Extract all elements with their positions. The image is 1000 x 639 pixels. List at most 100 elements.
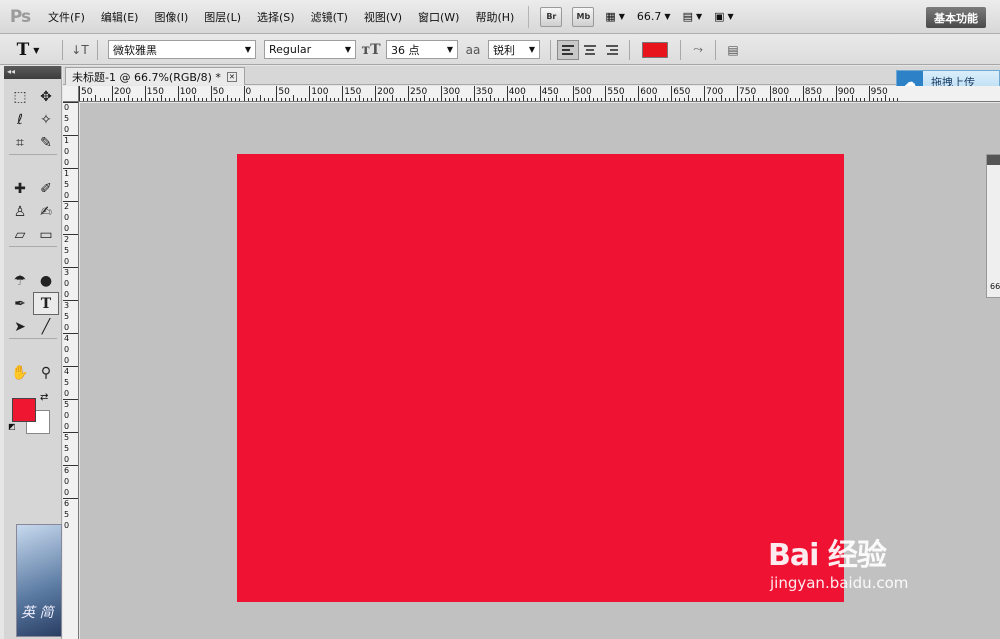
ruler-minor-tick: [765, 98, 767, 101]
ruler-minor-tick: [120, 98, 122, 101]
eyedropper-tool[interactable]: ✎: [33, 131, 59, 154]
document-canvas[interactable]: [237, 154, 844, 602]
menu-file[interactable]: 文件(F): [40, 9, 93, 25]
arrange-documents-menu[interactable]: ▤ ▼: [683, 10, 703, 23]
view-extras-menu[interactable]: ▦ ▼: [605, 10, 625, 23]
magic-wand-tool[interactable]: ✧: [33, 108, 59, 131]
zoom-level-menu[interactable]: 66.7 ▼: [637, 10, 671, 23]
document-tab[interactable]: 未标题-1 @ 66.7%(RGB/8) * ✕: [65, 67, 245, 85]
antialias-select[interactable]: 锐利 ▼: [488, 40, 540, 59]
ruler-minor-tick: [107, 98, 109, 101]
ruler-tick: [835, 86, 837, 101]
workspace-switcher-button[interactable]: 基本功能: [926, 7, 986, 28]
app-logo: Ps: [9, 6, 31, 27]
menu-filter[interactable]: 滤镜(T): [303, 9, 356, 25]
font-family-select[interactable]: 微软雅黑 ▼: [108, 40, 256, 59]
photoshop-window: Ps 文件(F) 编辑(E) 图像(I) 图层(L) 选择(S) 滤镜(T) 视…: [0, 0, 1000, 639]
ruler-origin[interactable]: [63, 86, 79, 102]
toggle-text-orientation-icon[interactable]: ↓T: [69, 40, 91, 60]
ruler-minor-tick: [556, 95, 557, 101]
minibridge-button[interactable]: Mb: [572, 6, 595, 27]
tools-collapse-button[interactable]: ◂◂: [4, 66, 61, 79]
ruler-tick-label: 0: [64, 521, 70, 530]
pen-tool[interactable]: ✒: [7, 292, 33, 315]
ruler-minor-tick: [790, 98, 792, 101]
ruler-minor-tick: [140, 98, 142, 101]
ruler-minor-tick: [317, 98, 319, 101]
marquee-tool[interactable]: ⬚: [7, 85, 33, 108]
ruler-minor-tick: [848, 98, 849, 101]
ruler-minor-tick: [449, 98, 451, 101]
menu-image[interactable]: 图像(I): [146, 9, 196, 25]
swap-colors-icon[interactable]: ⇄: [40, 392, 48, 403]
character-panel-icon[interactable]: ▤: [722, 40, 744, 60]
ruler-tick-label: 6: [64, 466, 70, 475]
hand-tool[interactable]: ✋: [7, 361, 33, 384]
spot-healing-tool[interactable]: ✚: [7, 177, 33, 200]
options-divider: [715, 39, 716, 60]
type-tool[interactable]: T: [33, 292, 59, 315]
menu-divider: [528, 5, 530, 28]
ruler-minor-tick: [564, 98, 566, 101]
dodge-tool[interactable]: ●: [33, 269, 59, 292]
foreground-color-swatch[interactable]: [12, 398, 36, 422]
ruler-minor-tick: [399, 98, 401, 101]
align-right-button[interactable]: [601, 40, 623, 60]
default-colors-icon[interactable]: ◩: [8, 422, 16, 431]
bridge-button[interactable]: Br: [540, 6, 563, 27]
vertical-ruler[interactable]: 0 5 0 1 0 0 1 5 0 2 0 0 2 5 0 3 0 0 3 5 0 4 0 0 4 5 0 5 0 0 5 5 0 6 0 0 6 5 0: [63, 102, 79, 639]
crop-tool[interactable]: ⌗: [7, 131, 33, 154]
menu-view[interactable]: 视图(V): [356, 9, 410, 25]
ruler-minor-tick: [333, 98, 335, 101]
font-style-select[interactable]: Regular ▼: [264, 40, 356, 59]
ruler-minor-tick: [482, 98, 483, 101]
ruler-minor-tick: [601, 98, 603, 101]
side-panel-value: 66: [990, 282, 1000, 291]
align-center-button[interactable]: [579, 40, 601, 60]
zoom-level-value: 66.7: [636, 10, 662, 23]
menu-layer[interactable]: 图层(L): [196, 9, 249, 25]
ruler-tick-label: 0: [64, 279, 70, 288]
tool-preset-picker[interactable]: T ▼: [0, 40, 56, 60]
gradient-tool[interactable]: ▭: [33, 223, 59, 246]
ruler-minor-tick: [646, 98, 648, 101]
font-size-select[interactable]: 36 点 ▼: [386, 40, 458, 59]
brush-icon: ✐: [40, 180, 52, 197]
ruler-tick-label: 0: [64, 147, 70, 156]
menu-help[interactable]: 帮助(H): [467, 9, 522, 25]
ruler-minor-tick: [264, 98, 265, 101]
menu-window[interactable]: 窗口(W): [410, 9, 467, 25]
horizontal-ruler[interactable]: 50 200 150 100 50 0 50 100 150 200 250 300 350 400 450…: [79, 86, 1000, 102]
collapsed-side-panel[interactable]: 66: [986, 154, 1000, 298]
ruler-tick: [63, 267, 78, 268]
brush-tool[interactable]: ✐: [33, 177, 59, 200]
eraser-tool[interactable]: ▱: [7, 223, 33, 246]
screen-mode-menu[interactable]: ▣ ▼: [714, 10, 734, 23]
ruler-minor-tick: [202, 98, 204, 101]
ruler-tick-label: 5: [64, 114, 70, 123]
ruler-tick: [375, 86, 377, 101]
ruler-minor-tick: [597, 98, 599, 101]
text-color-swatch[interactable]: [642, 41, 668, 58]
move-tool[interactable]: ✥: [33, 85, 59, 108]
blur-tool[interactable]: ☂: [7, 269, 33, 292]
zoom-tool[interactable]: ⚲: [33, 361, 59, 384]
align-left-button[interactable]: [557, 39, 579, 60]
lasso-tool[interactable]: ℓ: [7, 108, 33, 131]
ruler-tick-label: 5: [64, 312, 70, 321]
ruler-minor-tick: [876, 98, 878, 101]
path-selection-tool[interactable]: ➤: [7, 315, 33, 338]
close-icon[interactable]: ✕: [226, 71, 237, 82]
ruler-minor-tick: [227, 95, 228, 101]
history-brush-tool[interactable]: ✍: [33, 200, 59, 223]
clone-stamp-tool[interactable]: ♙: [7, 200, 33, 223]
menu-edit[interactable]: 编辑(E): [93, 9, 147, 25]
menu-select[interactable]: 选择(S): [249, 9, 303, 25]
ruler-minor-tick: [457, 95, 459, 101]
line-tool[interactable]: ╱: [33, 315, 59, 338]
ruler-tick: [63, 498, 78, 499]
warp-text-icon[interactable]: ⤳: [687, 40, 709, 60]
chevron-down-icon: ▼: [727, 12, 734, 21]
ruler-minor-tick: [724, 98, 726, 101]
crop-icon: ⌗: [16, 134, 24, 151]
